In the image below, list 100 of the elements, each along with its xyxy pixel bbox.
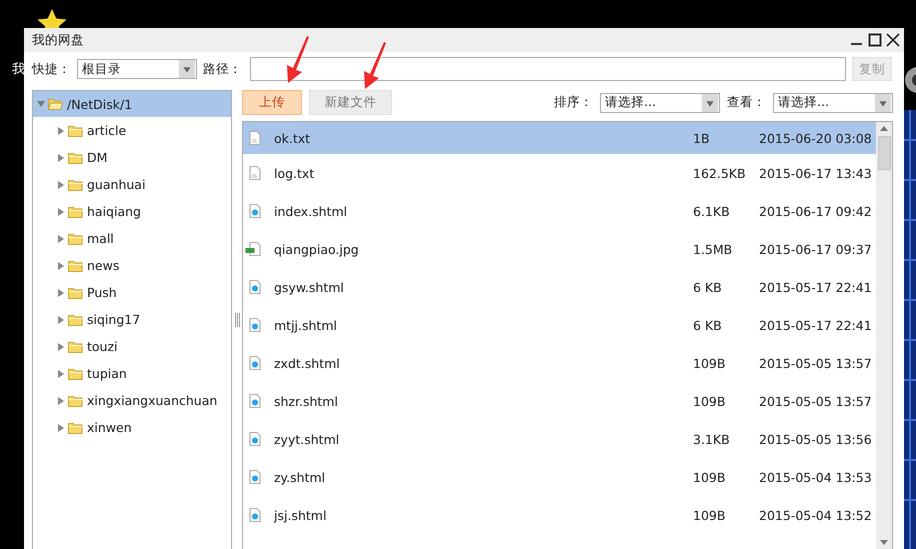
path-label: 路径： — [203, 60, 242, 78]
file-row[interactable]: log.txt 162.5KB 2015-06-17 13:43 — [243, 154, 876, 192]
file-date: 2015-05-17 22:41 — [759, 280, 872, 294]
view-label: 查看： — [727, 94, 766, 111]
file-date: 2015-05-05 13:56 — [759, 432, 872, 446]
folder-icon — [68, 232, 83, 244]
file-name: log.txt — [274, 166, 316, 180]
folder-icon — [68, 314, 83, 326]
expanded-arrow-icon[interactable] — [37, 100, 45, 108]
tree-item[interactable]: mall — [53, 225, 231, 252]
file-name: ok.txt — [274, 130, 312, 146]
web-file-icon — [249, 394, 261, 408]
collapsed-arrow-icon[interactable] — [57, 154, 65, 162]
tree-item[interactable]: haiqiang — [53, 198, 231, 225]
file-name: gsyw.shtml — [274, 280, 345, 294]
tree-item[interactable]: DM — [53, 144, 231, 171]
file-name: zxdt.shtml — [274, 356, 341, 370]
file-row[interactable]: zxdt.shtml 109B 2015-05-05 13:57 — [243, 344, 876, 382]
upload-button[interactable]: 上传 — [242, 90, 302, 115]
collapsed-arrow-icon[interactable] — [57, 208, 65, 216]
scroll-thumb[interactable] — [878, 136, 890, 170]
folder-icon — [68, 340, 83, 352]
tree-item[interactable]: tupian — [53, 360, 231, 387]
file-date: 2015-06-17 09:37 — [759, 242, 872, 256]
file-row[interactable]: qiangpiao.jpg 1.5MB 2015-06-17 09:37 — [243, 230, 876, 268]
tree-item[interactable]: siqing17 — [53, 306, 231, 333]
sort-label: 排序： — [554, 94, 593, 111]
collapsed-arrow-icon[interactable] — [57, 288, 65, 296]
shortcut-dropdown[interactable]: 根目录 — [77, 59, 197, 79]
tree-item[interactable]: xinwen — [53, 414, 231, 441]
file-row[interactable]: gsyw.shtml 6 KB 2015-05-17 22:41 — [243, 268, 876, 306]
file-date: 2015-06-17 13:43 — [759, 166, 872, 180]
file-date: 2015-05-05 13:57 — [759, 356, 872, 370]
open-folder-icon — [48, 98, 63, 110]
collapsed-arrow-icon[interactable] — [57, 424, 65, 432]
file-size: 109B — [693, 356, 726, 370]
file-size: 6.1KB — [693, 204, 731, 218]
shortcut-label: 快捷： — [32, 60, 71, 78]
collapsed-arrow-icon[interactable] — [57, 370, 65, 378]
file-row[interactable]: jsj.shtml 109B 2015-05-04 13:52 — [243, 496, 876, 534]
tree-item[interactable]: article — [53, 117, 231, 144]
collapsed-arrow-icon[interactable] — [57, 234, 65, 242]
folder-icon — [68, 206, 83, 218]
tree-item[interactable]: xingxiangxuanchuan — [53, 387, 231, 414]
collapsed-arrow-icon[interactable] — [57, 342, 65, 350]
file-name: jsj.shtml — [274, 508, 328, 522]
tree-item[interactable]: Push — [53, 279, 231, 306]
file-row[interactable]: index.shtml 6.1KB 2015-06-17 09:42 — [243, 192, 876, 230]
file-row[interactable]: shzr.shtml 109B 2015-05-05 13:57 — [243, 382, 876, 420]
file-name: mtjj.shtml — [274, 318, 338, 332]
scrollbar[interactable] — [876, 122, 892, 549]
folder-icon — [68, 286, 83, 298]
file-row[interactable]: zy.shtml 109B 2015-05-04 13:53 — [243, 458, 876, 496]
file-date: 2015-05-04 13:53 — [759, 470, 872, 484]
folder-icon — [68, 394, 83, 406]
path-field[interactable] — [250, 57, 846, 81]
image-file-icon — [245, 242, 261, 256]
folder-icon — [68, 422, 83, 434]
sort-dropdown[interactable]: 请选择... — [600, 92, 720, 112]
tree-item[interactable]: news — [53, 252, 231, 279]
collapsed-arrow-icon[interactable] — [57, 316, 65, 324]
file-size: 1.5MB — [693, 242, 734, 256]
web-file-icon — [249, 204, 261, 218]
file-name: zy.shtml — [274, 470, 326, 484]
file-size: 109B — [693, 394, 726, 408]
collapsed-arrow-icon[interactable] — [57, 180, 65, 188]
file-size: 162.5KB — [693, 166, 747, 180]
tree-item[interactable]: guanhuai — [53, 171, 231, 198]
tree-item[interactable]: touzi — [53, 333, 231, 360]
tree-item[interactable]: /NetDisk/1 — [33, 91, 231, 117]
text-file-icon — [249, 131, 261, 145]
file-size: 3.1KB — [693, 432, 731, 446]
folder-icon — [68, 124, 83, 136]
maximize-icon[interactable] — [868, 33, 882, 47]
file-size: 6 KB — [693, 318, 723, 332]
folder-icon — [68, 260, 83, 272]
splitter-grip-icon[interactable] — [234, 312, 240, 326]
file-row[interactable]: ok.txt 1B 2015-06-20 03:08 — [243, 122, 876, 154]
file-name: index.shtml — [274, 204, 348, 218]
file-size: 109B — [693, 470, 726, 484]
text-file-icon — [249, 166, 261, 180]
desktop-text: 我 — [12, 61, 25, 78]
file-name: zyyt.shtml — [274, 432, 340, 446]
web-file-icon — [249, 470, 261, 484]
collapsed-arrow-icon[interactable] — [57, 262, 65, 270]
file-date: 2015-05-04 13:52 — [759, 508, 872, 522]
new-file-button[interactable]: 新建文件 — [309, 90, 392, 115]
file-date: 2015-06-17 09:42 — [759, 204, 872, 218]
file-name: qiangpiao.jpg — [274, 242, 360, 256]
close-icon[interactable] — [886, 33, 900, 47]
web-file-icon — [249, 280, 261, 294]
collapsed-arrow-icon[interactable] — [57, 396, 65, 404]
collapsed-arrow-icon[interactable] — [57, 126, 65, 134]
file-date: 2015-06-20 03:08 — [759, 130, 872, 146]
file-row[interactable]: zyyt.shtml 3.1KB 2015-05-05 13:56 — [243, 420, 876, 458]
file-size: 1B — [693, 130, 711, 146]
view-dropdown[interactable]: 请选择... — [773, 92, 893, 112]
folder-icon — [68, 178, 83, 190]
file-row[interactable]: mtjj.shtml 6 KB 2015-05-17 22:41 — [243, 306, 876, 344]
file-size: 6 KB — [693, 280, 723, 294]
